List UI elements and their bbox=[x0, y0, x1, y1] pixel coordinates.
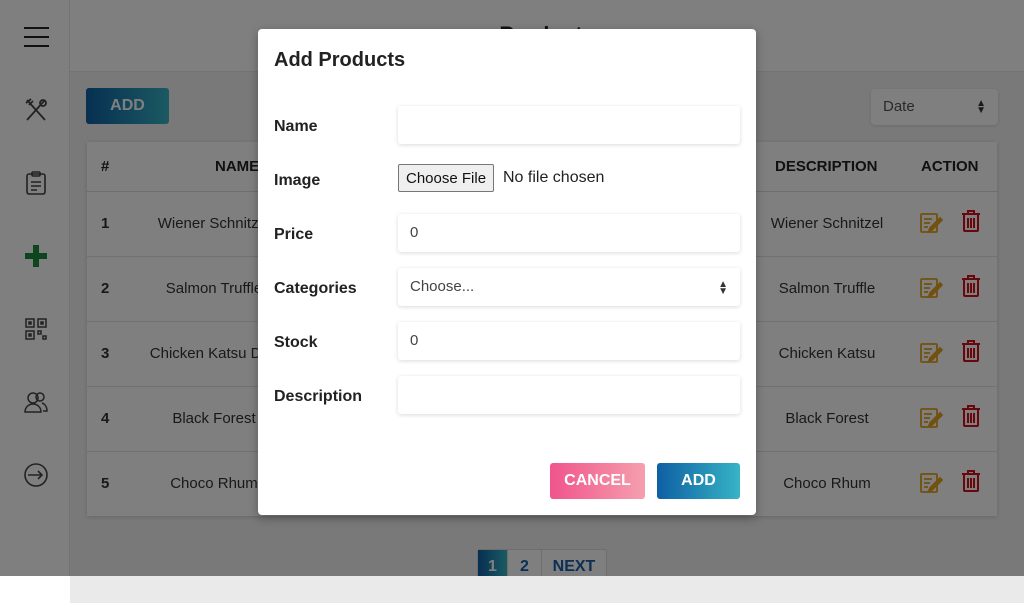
categories-label: Categories bbox=[274, 280, 357, 297]
image-label: Image bbox=[274, 172, 321, 189]
description-row: Description bbox=[274, 376, 740, 416]
price-label: Price bbox=[274, 226, 314, 243]
categories-row: Categories Choose... ▲ ▼ bbox=[274, 268, 740, 308]
price-input[interactable]: 0 bbox=[398, 214, 740, 252]
stock-row: Stock 0 bbox=[274, 322, 740, 362]
stock-input[interactable]: 0 bbox=[398, 322, 740, 360]
select-caret-icon: ▲▼ bbox=[718, 279, 728, 297]
name-input[interactable] bbox=[398, 106, 740, 144]
choose-file-button[interactable]: Choose File bbox=[398, 164, 495, 192]
submit-add-button[interactable]: ADD bbox=[657, 463, 740, 499]
stock-label: Stock bbox=[274, 334, 318, 351]
footer-strip bbox=[70, 576, 1024, 603]
name-label: Name bbox=[274, 118, 318, 135]
categories-select-value: Choose... bbox=[410, 278, 475, 295]
categories-select[interactable]: Choose... ▲ ▼ bbox=[398, 268, 740, 306]
add-product-modal: Add Products Name Image Choose File No f… bbox=[258, 29, 756, 515]
file-status-text: No file chosen bbox=[503, 169, 605, 186]
description-label: Description bbox=[274, 388, 363, 405]
name-row: Name bbox=[274, 106, 740, 146]
description-input[interactable] bbox=[398, 376, 740, 414]
modal-title: Add Products bbox=[274, 49, 406, 71]
price-row: Price 0 bbox=[274, 214, 740, 254]
image-row: Image Choose File No file chosen bbox=[274, 160, 740, 200]
cancel-button[interactable]: CANCEL bbox=[550, 463, 645, 499]
